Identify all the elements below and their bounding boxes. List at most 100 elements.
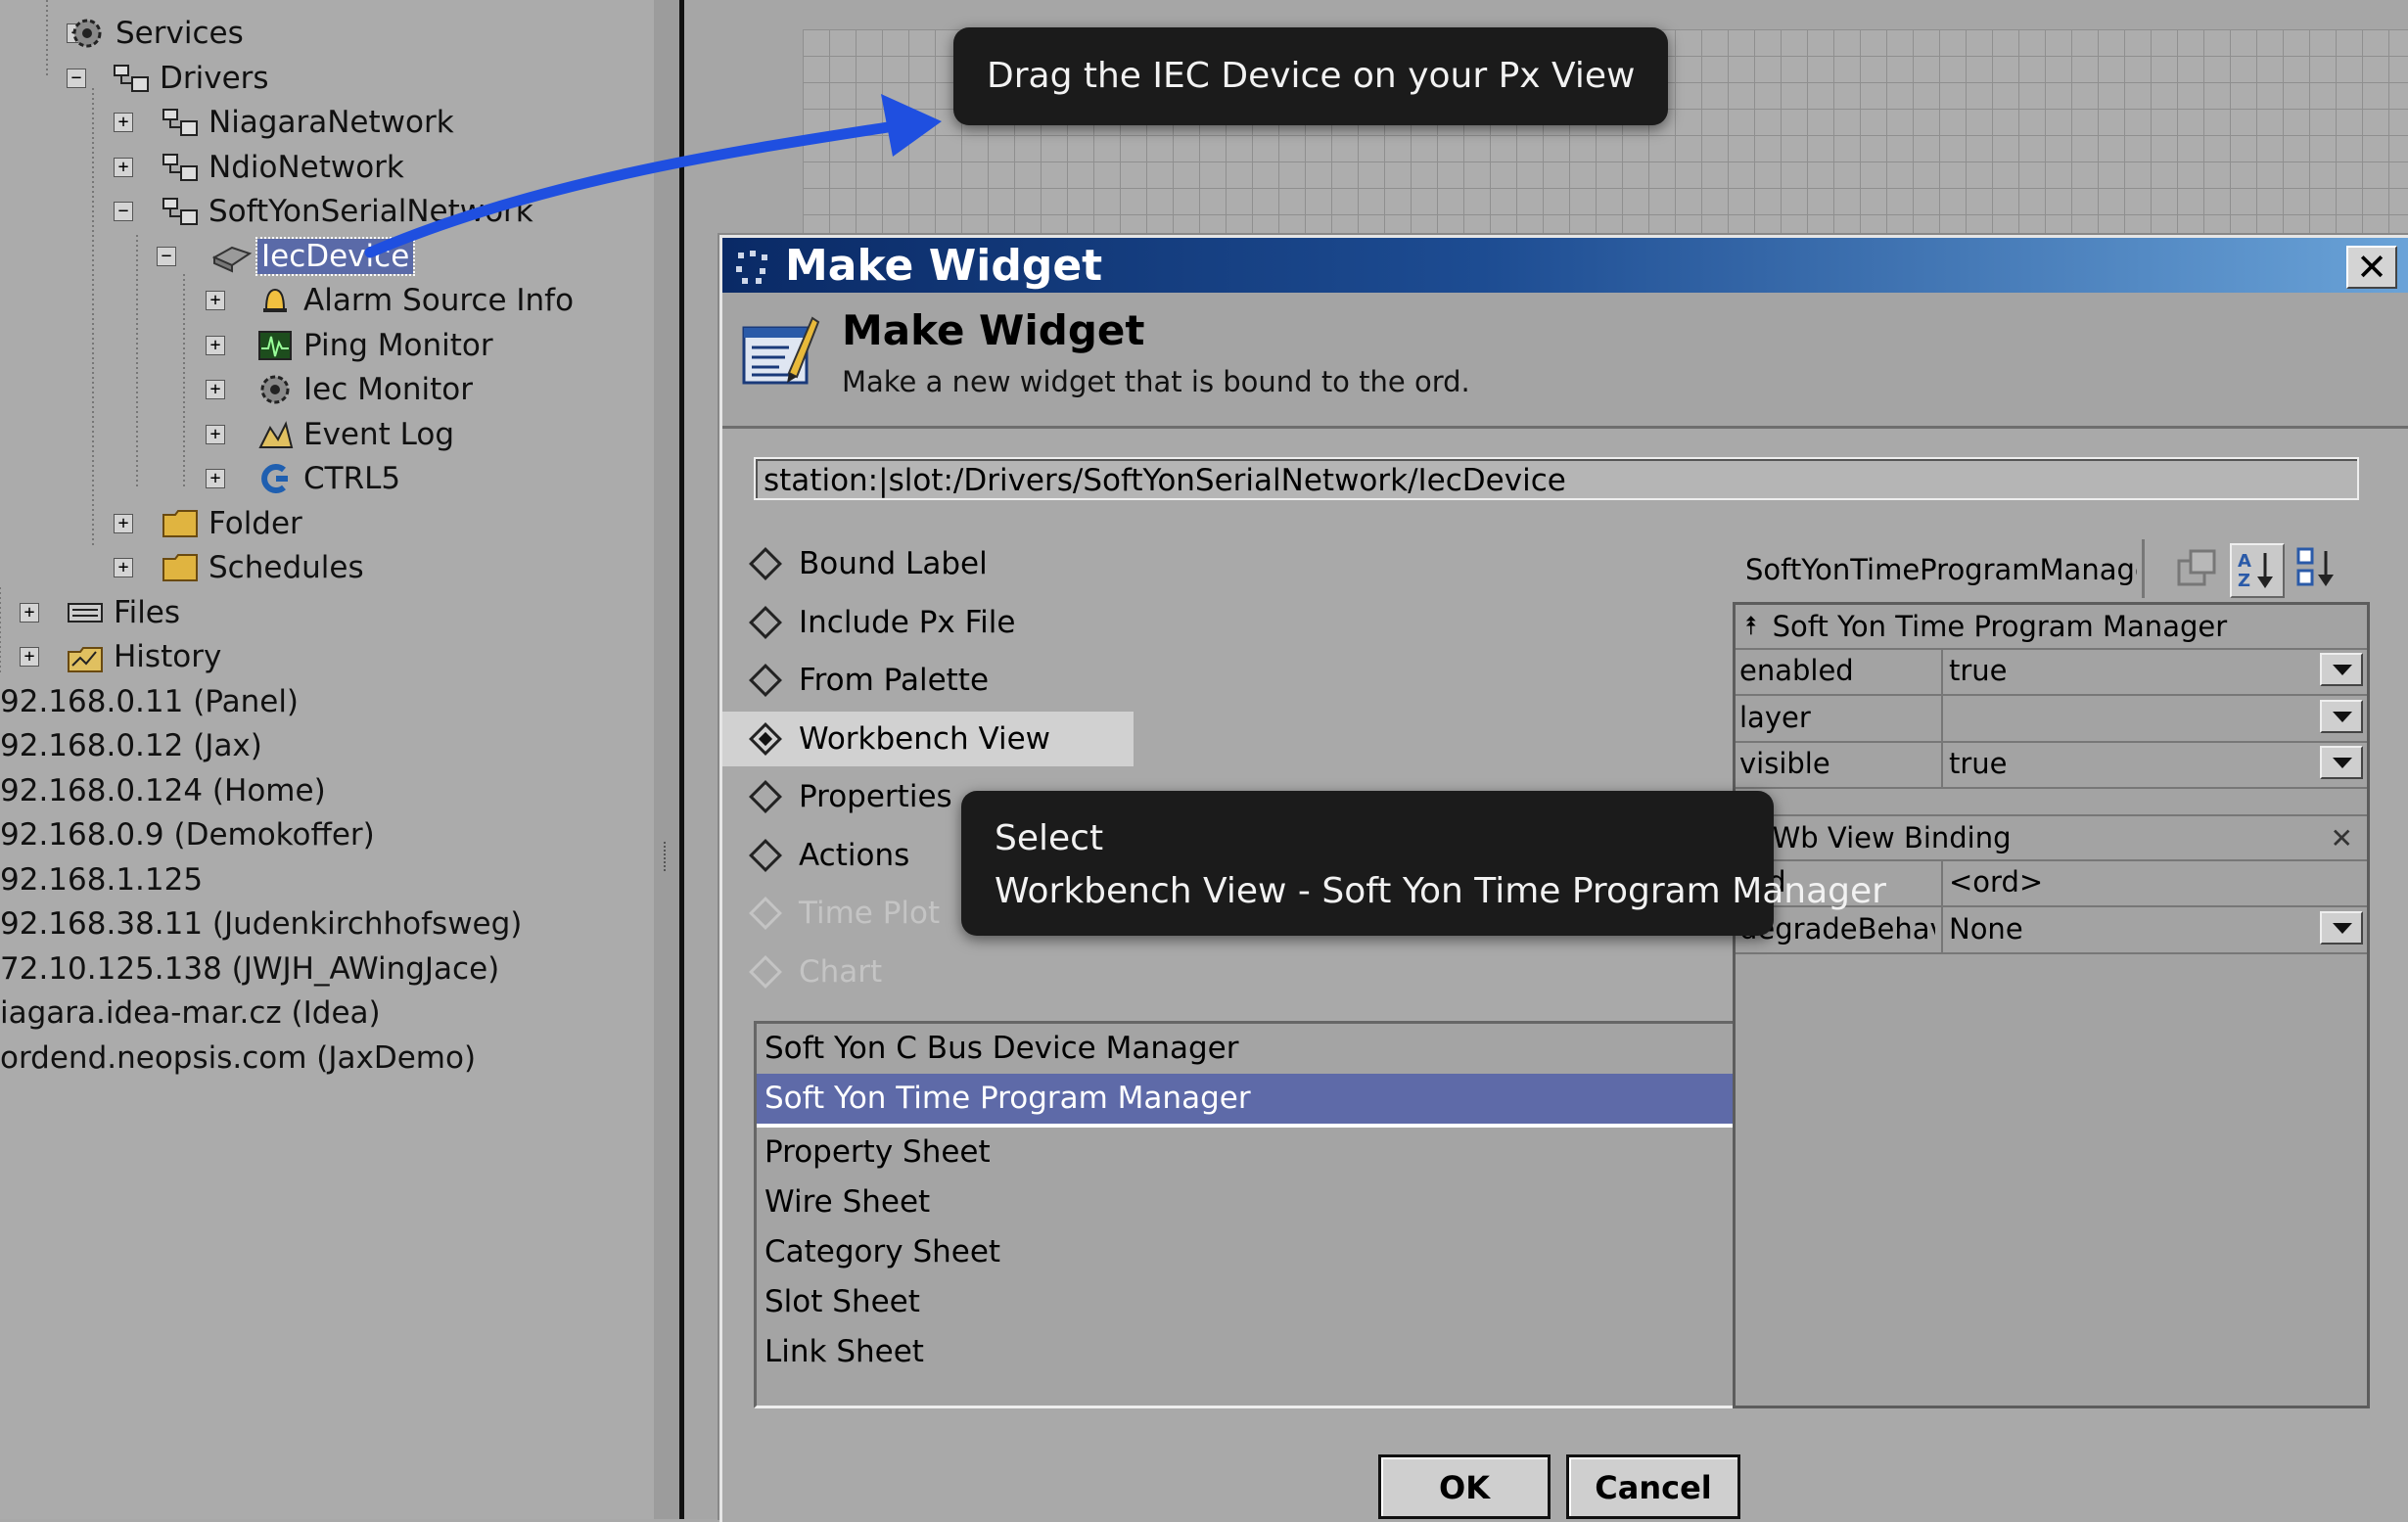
close-button[interactable]: ✕ (2346, 246, 2397, 289)
collapse-icon[interactable]: − (157, 246, 176, 266)
expand-icon[interactable]: + (206, 380, 225, 399)
dialog-titlebar[interactable]: Make Widget ✕ (722, 238, 2408, 293)
view-list-item[interactable]: Soft Yon C Bus Device Manager (757, 1024, 1736, 1074)
tree-item-label: 92.168.0.124 (Home) (0, 772, 326, 808)
remove-binding-icon[interactable]: ✕ (2331, 822, 2353, 854)
tree-item[interactable]: + NiagaraNetwork (114, 101, 454, 144)
drag-tooltip: Drag the IEC Device on your Px View (953, 27, 1669, 125)
tree-item[interactable]: 92.168.0.9 (Demokoffer) (0, 813, 375, 856)
tree-item-label: Iec Monitor (303, 372, 473, 407)
widget-icon (734, 247, 771, 284)
toolbar-separator (2142, 539, 2145, 598)
tree-item[interactable]: + History (20, 635, 221, 678)
property-row-enabled[interactable]: enabled true (1736, 648, 2367, 696)
column-divider (1941, 741, 1943, 787)
option-label: Bound Label (799, 546, 988, 581)
ord-input[interactable]: station:|slot:/Drivers/SoftYonSerialNetw… (754, 457, 2359, 500)
tree-item[interactable]: + Iec Monitor (206, 368, 473, 411)
property-row-layer[interactable]: layer (1736, 694, 2367, 743)
tree-item[interactable]: ordend.neopsis.com (JaxDemo) (0, 1037, 476, 1080)
expand-icon[interactable]: + (206, 335, 225, 355)
tree-item[interactable]: − SoftYonSerialNetwork (114, 190, 533, 233)
sort-az-button[interactable]: A Z (2230, 543, 2285, 598)
tree-item[interactable]: 92.168.0.12 (Jax) (0, 724, 262, 767)
splitter-grip[interactable] (664, 842, 670, 871)
group-label: Wb View Binding (1772, 821, 2012, 854)
option-label: Workbench View (799, 720, 1051, 757)
tree-item-label: ordend.neopsis.com (JaxDemo) (0, 1039, 477, 1076)
tree-item[interactable]: 92.168.0.11 (Panel) (0, 680, 299, 723)
tree-item[interactable]: 92.168.38.11 (Judenkirchhofsweg) (0, 902, 522, 945)
group-header-time-program[interactable]: ⯭ Soft Yon Time Program Manager (1736, 605, 2367, 650)
edit-widget-icon (740, 312, 820, 392)
option-workbench-view[interactable]: Workbench View (722, 711, 1134, 766)
collapse-icon[interactable]: − (114, 202, 133, 221)
sort-order-icon (2296, 547, 2334, 586)
property-value[interactable]: true (1949, 741, 2008, 787)
sort-order-button[interactable] (2291, 543, 2341, 594)
expand-icon[interactable]: + (206, 469, 225, 488)
tree-item[interactable]: + Event Log (206, 413, 454, 456)
collapse-icon[interactable]: − (67, 68, 86, 88)
tree-item[interactable]: iagara.idea-mar.cz (Idea) (0, 992, 381, 1035)
close-icon: ✕ (2356, 246, 2387, 289)
view-list-item[interactable]: Soft Yon Time Program Manager (757, 1074, 1736, 1128)
expand-icon[interactable]: + (114, 157, 133, 177)
column-divider (1941, 905, 1943, 952)
expand-icon[interactable]: + (114, 558, 133, 577)
radio-diamond-icon (749, 605, 782, 639)
option-bound-label[interactable]: Bound Label (722, 536, 1134, 591)
tree-item[interactable]: + NdioNetwork (114, 146, 404, 189)
folder-icon (162, 507, 199, 540)
tree-item[interactable]: − IecDevice (157, 235, 416, 278)
tree-item[interactable]: + Schedules (114, 546, 364, 589)
tree-item[interactable]: + CTRL5 (206, 457, 401, 500)
option-chart: Chart (722, 945, 1134, 999)
cancel-button[interactable]: Cancel (1566, 1454, 1740, 1519)
dropdown-arrow-icon[interactable] (2320, 910, 2363, 945)
view-list-item[interactable]: Wire Sheet (757, 1177, 1736, 1227)
tree-item[interactable]: 92.168.0.124 (Home) (0, 769, 326, 812)
dropdown-arrow-icon[interactable] (2320, 746, 2363, 779)
expand-icon[interactable]: + (206, 291, 225, 310)
expand-icon[interactable]: + (20, 647, 39, 667)
expand-icon[interactable]: + (114, 513, 133, 533)
tree-item[interactable]: 72.10.125.138 (JWJH_AWingJace) (0, 947, 499, 991)
view-list-item[interactable]: Property Sheet (757, 1128, 1736, 1177)
view-list-item[interactable]: Link Sheet (757, 1327, 1736, 1377)
svg-text:Z: Z (2238, 571, 2250, 591)
pane-splitter[interactable] (654, 0, 684, 1519)
tree-item[interactable]: + Folder (114, 502, 302, 545)
expand-icon[interactable]: + (20, 602, 39, 623)
tree-item[interactable]: − Drivers (67, 57, 269, 100)
property-value[interactable]: true (1949, 648, 2008, 694)
view-list-item[interactable]: Category Sheet (757, 1227, 1736, 1277)
dropdown-arrow-icon[interactable] (2320, 653, 2363, 686)
group-header-view-binding[interactable]: ⯭ Wb View Binding ✕ (1736, 814, 2367, 861)
tree-item[interactable]: + Ping Monitor (206, 324, 493, 367)
drag-tooltip-text: Drag the IEC Device on your Px View (987, 56, 1636, 96)
tree-item-label: CTRL5 (303, 461, 401, 496)
property-value[interactable]: <ord> (1949, 859, 2043, 905)
radio-diamond-icon (749, 664, 782, 697)
tree-item[interactable]: +Services (67, 12, 244, 55)
expand-icon[interactable]: + (114, 113, 133, 132)
tree-item[interactable]: + Files (20, 591, 180, 634)
gear-icon (69, 17, 106, 50)
expand-icon[interactable]: + (206, 424, 225, 444)
option-include-px-file[interactable]: Include Px File (722, 595, 1134, 650)
ok-button[interactable]: OK (1378, 1454, 1551, 1519)
property-row-visible[interactable]: visible true (1736, 741, 2367, 789)
property-row-degradeBehavi[interactable]: degradeBehavi None (1736, 905, 2367, 954)
option-from-palette[interactable]: From Palette (722, 653, 1134, 708)
tree-item-label: Alarm Source Info (303, 283, 575, 318)
collapse-icon[interactable]: ⯭ (1743, 612, 1759, 642)
view-list[interactable]: Soft Yon C Bus Device Manager Soft Yon Ti… (754, 1021, 1738, 1408)
dropdown-arrow-icon[interactable] (2320, 699, 2363, 733)
add-slot-button[interactable] (2171, 543, 2222, 594)
tree-item[interactable]: + Alarm Source Info (206, 279, 575, 322)
header-title: Make Widget (842, 306, 1145, 354)
tree-item[interactable]: 92.168.1.125 (0, 858, 203, 901)
view-list-item[interactable]: Slot Sheet (757, 1277, 1736, 1327)
property-value[interactable]: None (1949, 906, 2023, 952)
